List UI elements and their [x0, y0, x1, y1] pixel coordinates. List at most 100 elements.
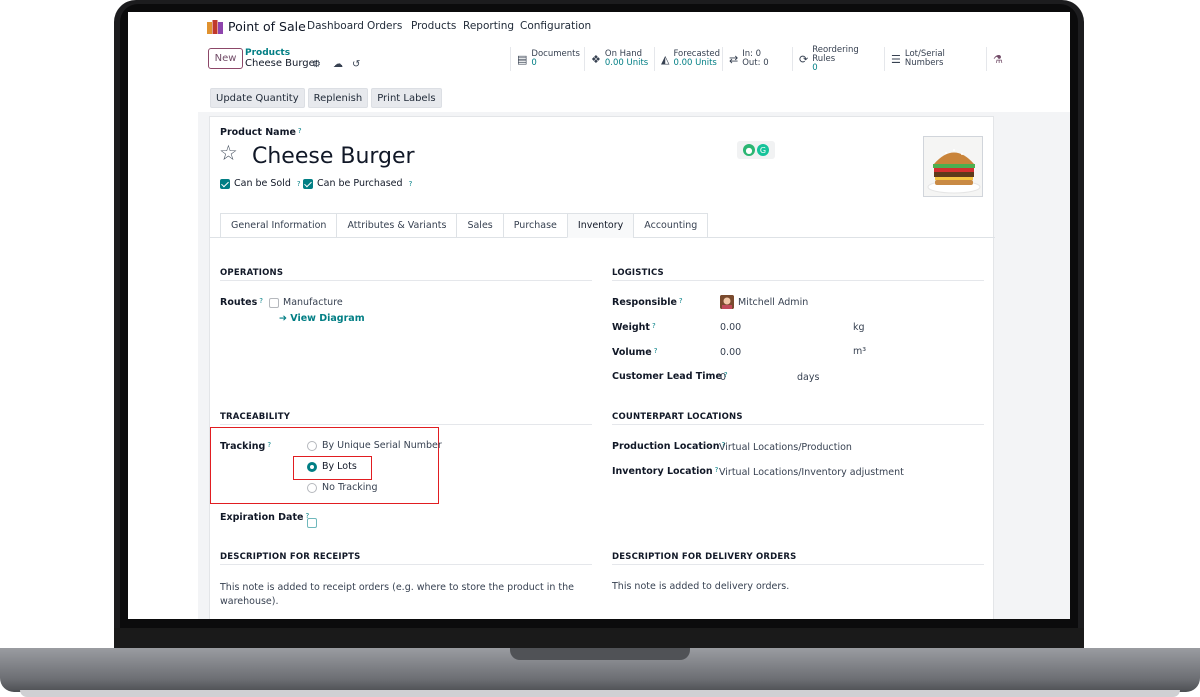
manufacture-checkbox[interactable]: Manufacture — [269, 297, 343, 308]
customer-lead-time-label: Customer Lead Time? — [612, 371, 728, 382]
radio-by-unique-serial[interactable]: By Unique Serial Number — [307, 440, 442, 451]
section-divider — [612, 564, 984, 565]
checkbox-unchecked[interactable] — [307, 518, 317, 528]
help-mark[interactable]: ? — [652, 322, 656, 330]
breadcrumb-products[interactable]: Products — [245, 48, 290, 58]
can-be-sold-label: Can be Sold — [234, 178, 291, 189]
stat-more[interactable]: ⚗ — [986, 47, 1006, 71]
production-location-label: Production Location? — [612, 441, 726, 452]
product-image[interactable] — [923, 136, 983, 197]
inventory-location-field[interactable]: Virtual Locations/Inventory adjustment — [719, 467, 904, 478]
update-quantity-button[interactable]: Update Quantity — [210, 88, 305, 108]
location-pin-icon[interactable]: ● — [743, 144, 755, 156]
responsible-field[interactable]: Mitchell Admin — [720, 295, 808, 309]
control-panel: New Products Cheese Burger ⚙ ☁ ↺ ▤ Docum… — [128, 45, 1070, 72]
nav-dashboard[interactable]: Dashboard — [307, 20, 364, 32]
extension-icons: ● G — [737, 141, 775, 159]
stat-on-hand[interactable]: ❖ On Hand 0.00 Units — [584, 47, 654, 71]
help-mark[interactable]: ? — [298, 127, 302, 135]
avatar — [720, 295, 734, 309]
tab-inventory[interactable]: Inventory — [566, 213, 634, 238]
lead-time-unit: days — [797, 372, 820, 383]
production-location-field[interactable]: Virtual Locations/Production — [719, 442, 852, 453]
checkbox-checked[interactable] — [220, 178, 230, 189]
section-divider — [220, 564, 592, 565]
stat-forecasted[interactable]: ◭ Forecasted 0.00 Units — [654, 47, 722, 71]
radio-button[interactable] — [307, 482, 317, 493]
documents-icon: ▤ — [517, 52, 528, 66]
receipts-note-field[interactable]: This note is added to receipt orders (e.… — [220, 581, 590, 609]
print-labels-button[interactable]: Print Labels — [371, 88, 442, 108]
cloud-save-icon[interactable]: ☁ — [333, 59, 343, 70]
manufacture-label: Manufacture — [283, 297, 343, 308]
refresh-icon: ⟳ — [799, 52, 809, 66]
tab-purchase[interactable]: Purchase — [502, 213, 567, 238]
checkbox-checked[interactable] — [303, 178, 313, 189]
product-form-sheet: Product Name? ☆ Cheese Burger Can be Sol… — [209, 116, 995, 619]
help-mark[interactable]: ? — [259, 297, 263, 305]
help-mark[interactable]: ? — [267, 441, 271, 449]
stat-label: Documents — [531, 49, 580, 59]
delivery-note-field[interactable]: This note is added to delivery orders. — [612, 581, 789, 592]
nav-reporting[interactable]: Reporting — [463, 20, 514, 32]
stat-reordering-rules[interactable]: ⟳ Reordering Rules 0 — [792, 45, 884, 72]
product-name-field[interactable]: Cheese Burger — [252, 144, 415, 169]
radio-button-selected[interactable] — [307, 461, 317, 472]
weight-label: Weight? — [612, 322, 656, 333]
radio-no-tracking[interactable]: No Tracking — [307, 482, 378, 493]
replenish-button[interactable]: Replenish — [307, 88, 369, 108]
list-icon: ☰ — [891, 52, 901, 66]
operations-title: OPERATIONS — [220, 268, 284, 278]
tab-sales[interactable]: Sales — [456, 213, 503, 238]
traceability-title: TRACEABILITY — [220, 412, 291, 422]
burger-image — [924, 137, 982, 196]
pos-app-icon[interactable] — [207, 20, 223, 34]
cubes-icon: ❖ — [591, 52, 601, 66]
tracking-label: Tracking? — [220, 441, 272, 452]
app-name[interactable]: Point of Sale — [228, 19, 306, 34]
can-be-purchased-checkbox[interactable]: Can be Purchased? — [303, 178, 412, 189]
weight-unit: kg — [853, 322, 865, 333]
expiration-date-checkbox[interactable] — [307, 513, 317, 532]
stat-lot-serial[interactable]: ☰ Lot/Serial Numbers — [884, 47, 986, 71]
breadcrumb-current: Cheese Burger — [245, 58, 319, 69]
weight-input[interactable]: 0.00 — [720, 322, 741, 333]
help-mark[interactable]: ? — [715, 466, 719, 474]
nav-products[interactable]: Products — [411, 20, 456, 32]
receipts-description-title: DESCRIPTION FOR RECEIPTS — [220, 552, 361, 562]
help-mark[interactable]: ? — [654, 347, 658, 355]
volume-input[interactable]: 0.00 — [720, 347, 741, 358]
tab-general-information[interactable]: General Information — [220, 213, 337, 238]
star-icon[interactable]: ☆ — [219, 143, 238, 164]
radio-label: By Unique Serial Number — [322, 440, 442, 451]
help-mark[interactable]: ? — [679, 297, 683, 305]
new-button[interactable]: New — [208, 48, 243, 69]
counterpart-locations-title: COUNTERPART LOCATIONS — [612, 412, 743, 422]
receipts-note-line: warehouse). — [220, 596, 279, 607]
section-divider — [612, 424, 984, 425]
inventory-location-label: Inventory Location? — [612, 466, 719, 477]
tab-attributes-variants[interactable]: Attributes & Variants — [336, 213, 457, 238]
gear-icon[interactable]: ⚙ — [312, 59, 321, 70]
help-mark[interactable]: ? — [409, 180, 413, 188]
radio-button[interactable] — [307, 440, 317, 451]
help-mark[interactable]: ? — [297, 180, 301, 188]
flask-icon: ⚗ — [993, 52, 1003, 66]
radio-label: By Lots — [322, 461, 357, 472]
discard-icon[interactable]: ↺ — [352, 59, 360, 70]
volume-label: Volume? — [612, 347, 658, 358]
can-be-purchased-label: Can be Purchased — [317, 178, 403, 189]
view-diagram-link[interactable]: ➔ View Diagram — [279, 313, 365, 324]
tab-accounting[interactable]: Accounting — [633, 213, 709, 238]
can-be-sold-checkbox[interactable]: Can be Sold? — [220, 178, 301, 189]
section-divider — [612, 280, 984, 281]
stat-documents[interactable]: ▤ Documents 0 — [510, 47, 584, 71]
checkbox-unchecked[interactable] — [269, 297, 279, 308]
laptop-shadow — [20, 690, 1180, 697]
nav-configuration[interactable]: Configuration — [520, 20, 591, 32]
radio-by-lots[interactable]: By Lots — [307, 461, 357, 472]
stat-in-out[interactable]: ⇄ In: 0 Out: 0 — [722, 47, 792, 71]
grammarly-icon[interactable]: G — [757, 144, 769, 156]
nav-orders[interactable]: Orders — [367, 20, 402, 32]
customer-lead-time-input[interactable]: 0 — [720, 372, 726, 383]
